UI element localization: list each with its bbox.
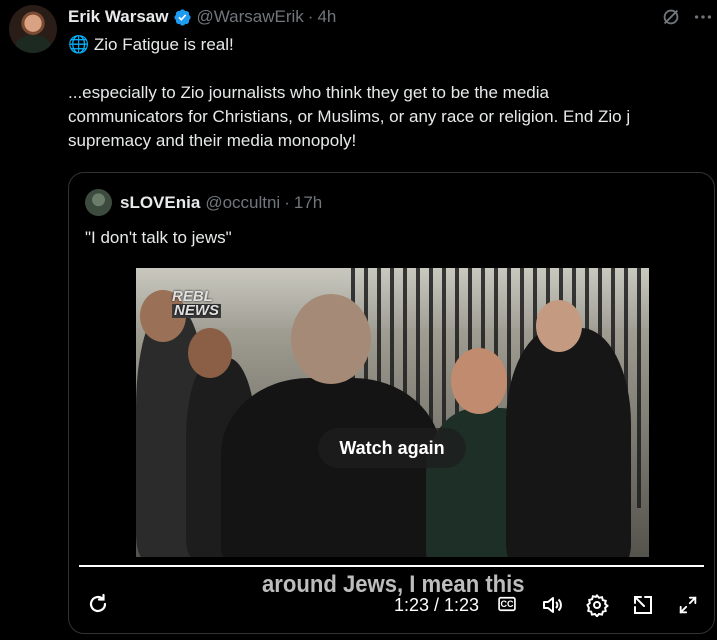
quoted-tweet[interactable]: sLOVEnia @occultni · 17h "I don't talk t… — [68, 172, 715, 634]
tweet-header: Erik Warsaw @WarsawErik · 4h — [68, 5, 336, 29]
quoted-tweet-text: "I don't talk to jews" — [85, 228, 232, 247]
tweet-line: communicators for Christians, or Muslims… — [68, 107, 631, 126]
video-person-head — [188, 328, 232, 378]
tweet-top-actions — [660, 6, 714, 32]
more-icon[interactable] — [692, 6, 714, 32]
video-controls: 1:23 / 1:23 CC — [69, 585, 714, 625]
video-person-head — [291, 294, 371, 384]
closed-captions-icon[interactable]: CC — [496, 593, 518, 615]
tweet-line: ...especially to Zio journalists who thi… — [68, 83, 549, 102]
video-person — [506, 328, 631, 557]
watch-again-button[interactable]: Watch again — [318, 428, 466, 468]
quoted-author-avatar — [85, 189, 112, 216]
video-watermark: REBL NEWS — [172, 289, 221, 319]
grok-icon[interactable] — [660, 6, 682, 32]
tweet-time[interactable]: 4h — [317, 7, 336, 27]
fullscreen-icon[interactable] — [675, 592, 701, 618]
separator-dot: · — [307, 7, 314, 26]
video-person-head — [536, 300, 582, 352]
video-person-head — [451, 348, 507, 414]
tweet-line: supremacy and their media monopoly! — [68, 131, 357, 150]
settings-icon[interactable] — [584, 592, 610, 618]
video-time-readout: 1:23 / 1:23 — [394, 595, 480, 615]
author-handle[interactable]: @WarsawErik — [196, 7, 303, 27]
picture-in-picture-icon[interactable] — [630, 592, 656, 618]
volume-icon[interactable] — [539, 592, 565, 618]
replay-icon[interactable] — [85, 591, 111, 617]
quoted-author-handle: @occultni — [205, 192, 281, 212]
cc-label: CC — [500, 599, 514, 609]
verified-badge-icon — [174, 8, 192, 26]
video-progress-bar[interactable] — [79, 565, 704, 567]
tweet-text: 🌐 Zio Fatigue is real! ...especially to … — [68, 33, 713, 153]
video-frame[interactable]: REBL NEWS Watch again — [136, 268, 649, 557]
quoted-tweet-time: 17h — [293, 192, 323, 212]
quoted-tweet-header: sLOVEnia @occultni · 17h — [85, 189, 322, 216]
author-name[interactable]: Erik Warsaw — [68, 7, 168, 27]
tweet-line: 🌐 Zio Fatigue is real! — [68, 35, 234, 54]
author-avatar[interactable] — [9, 5, 57, 53]
watermark-line: NEWS — [172, 302, 221, 319]
quoted-author-name: sLOVEnia — [120, 192, 201, 212]
separator-dot: · — [284, 192, 290, 212]
tweet-line-blank — [68, 57, 713, 81]
